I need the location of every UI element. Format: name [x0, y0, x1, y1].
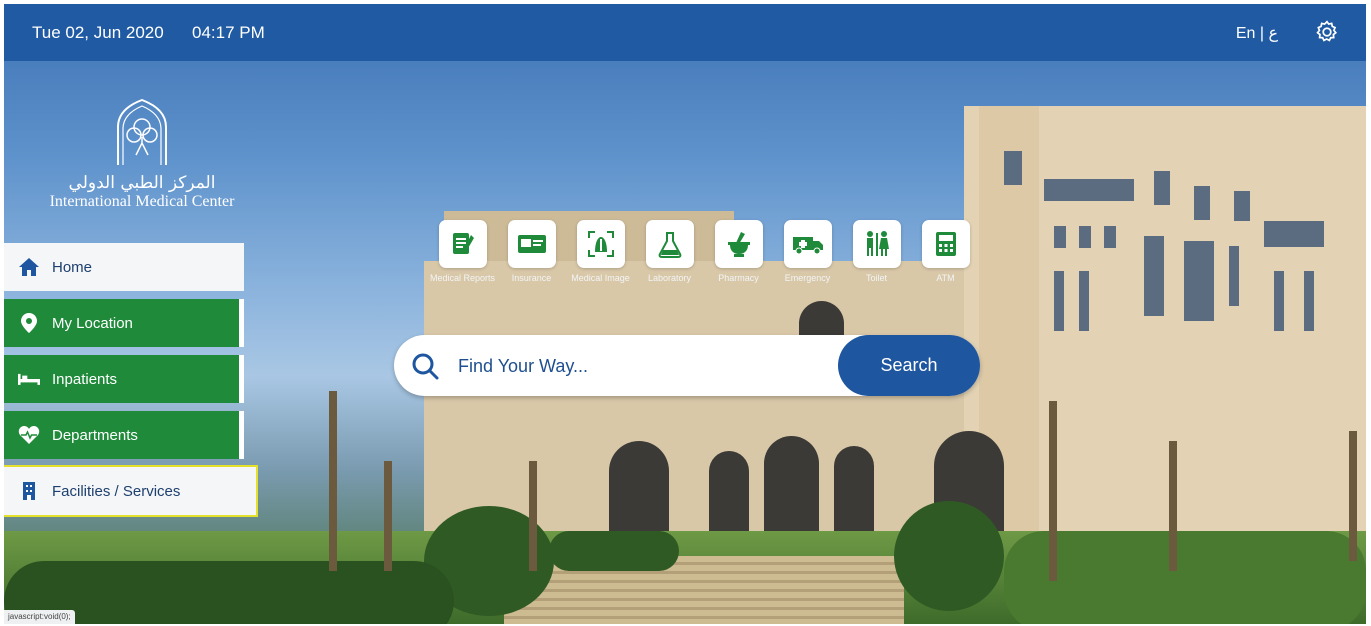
xray-icon [587, 231, 614, 257]
sidebar-item-inpatients[interactable]: Inpatients [4, 355, 244, 403]
browser-status-bar: javascript:void(0); [4, 610, 75, 624]
service-medical-reports[interactable]: Medical Reports [428, 220, 497, 285]
search-icon [412, 353, 439, 380]
atm-icon [935, 232, 956, 256]
logo-english-name: International Medical Center [49, 193, 235, 210]
service-label: ATM [936, 273, 955, 283]
service-emergency[interactable]: Emergency [773, 220, 842, 285]
service-shortcuts: Medical Reports Insurance Medical Image … [428, 220, 980, 285]
language-toggle[interactable]: En | ع [1236, 23, 1278, 43]
current-date: Tue 02, Jun 2020 [32, 23, 164, 42]
service-laboratory[interactable]: Laboratory [635, 220, 704, 285]
service-medical-image[interactable]: Medical Image [566, 220, 635, 285]
flask-icon [658, 232, 681, 258]
sidebar-item-home[interactable]: Home [4, 243, 244, 291]
sidebar-item-label: Facilities / Services [52, 482, 181, 500]
location-pin-icon [18, 312, 40, 334]
kiosk-screen: Tue 02, Jun 2020 04:17 PM En | ع المركز … [4, 4, 1366, 624]
service-label: Medical Image [571, 273, 630, 283]
service-label: Pharmacy [718, 273, 759, 283]
heart-pulse-icon [18, 424, 40, 446]
sidebar-item-departments[interactable]: Departments [4, 411, 244, 459]
insurance-card-icon [517, 235, 546, 253]
home-icon [18, 256, 40, 278]
service-label: Laboratory [647, 273, 692, 283]
search-bar: Search [394, 335, 980, 396]
search-input[interactable] [458, 351, 828, 381]
sidebar-item-facilities-services[interactable]: Facilities / Services [4, 465, 258, 517]
hospital-logo: المركز الطبي الدولي International Medica… [42, 97, 242, 211]
service-label: Insurance [511, 273, 552, 283]
sidebar-item-my-location[interactable]: My Location [4, 299, 244, 347]
logo-arabic-name: المركز الطبي الدولي [68, 173, 216, 193]
ambulance-icon [792, 237, 823, 255]
bed-icon [18, 368, 40, 390]
service-pharmacy[interactable]: Pharmacy [704, 220, 773, 285]
service-toilet[interactable]: Toilet [842, 220, 911, 285]
sidebar-item-label: Home [52, 258, 93, 276]
restroom-icon [866, 231, 889, 256]
report-icon [452, 233, 474, 254]
building-icon [18, 480, 40, 502]
service-insurance[interactable]: Insurance [497, 220, 566, 285]
top-bar: Tue 02, Jun 2020 04:17 PM En | ع [4, 4, 1366, 61]
service-atm[interactable]: ATM [911, 220, 980, 285]
gear-icon[interactable] [1314, 19, 1340, 45]
search-button[interactable]: Search [838, 335, 980, 396]
sidebar-nav: Home My Location Inpatients Departments … [4, 243, 258, 523]
current-time: 04:17 PM [192, 23, 265, 42]
service-label: Toilet [865, 273, 887, 283]
service-label: Medical Reports [429, 273, 496, 283]
mortar-pestle-icon [727, 232, 750, 257]
tree-arch-logo-icon [117, 98, 167, 165]
service-label: Emergency [784, 273, 831, 283]
sidebar-item-label: My Location [52, 314, 133, 332]
sidebar-item-label: Departments [52, 426, 138, 444]
sidebar-item-label: Inpatients [52, 370, 118, 388]
